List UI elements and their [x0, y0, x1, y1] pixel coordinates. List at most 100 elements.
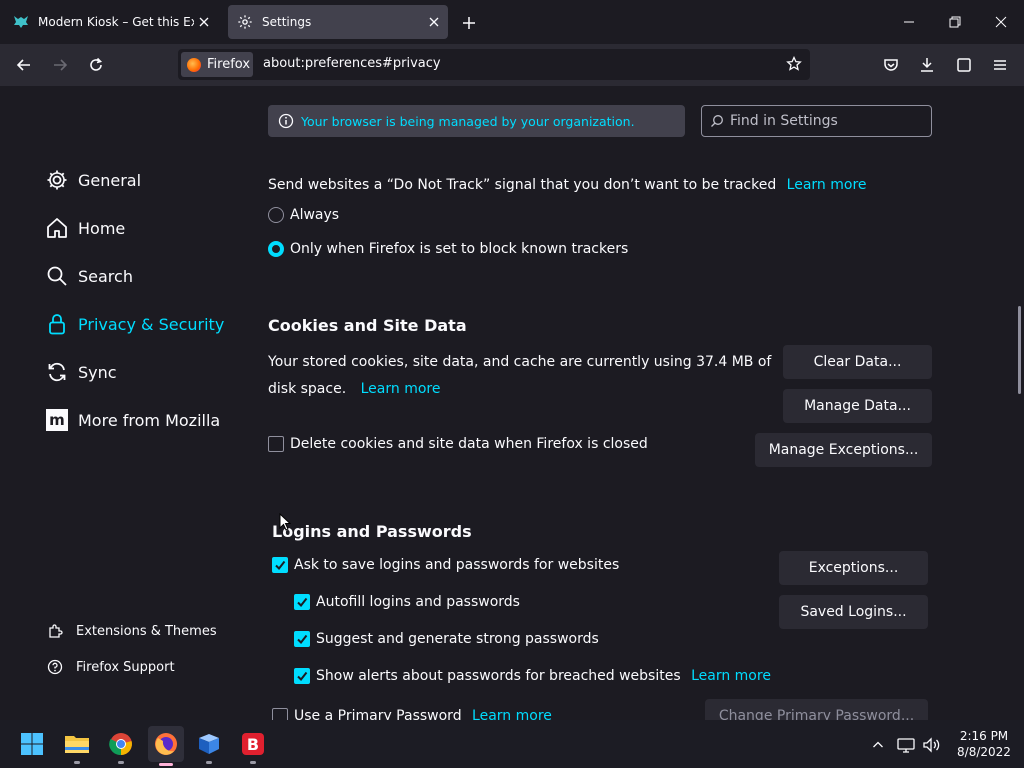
cookies-learn-more-link[interactable]: Learn more [361, 381, 441, 397]
chevron-up-icon[interactable] [867, 734, 889, 756]
search-input[interactable] [730, 113, 920, 129]
dnt-learn-more-link[interactable]: Learn more [787, 177, 867, 193]
url-bar[interactable]: Firefox about:preferences#privacy [178, 49, 810, 80]
extensions-icon[interactable] [949, 50, 979, 80]
suggest-passwords-label[interactable]: Suggest and generate strong passwords [316, 631, 599, 647]
pocket-icon[interactable] [876, 50, 906, 80]
ask-save-logins-checkbox[interactable] [272, 557, 288, 573]
system-clock[interactable]: 2:16 PM 8/8/2022 [950, 728, 1018, 760]
bitwarden-icon[interactable]: B [237, 728, 269, 764]
active-indicator [159, 763, 173, 766]
back-button[interactable] [9, 50, 39, 80]
svg-text:m: m [49, 411, 65, 429]
file-explorer-icon[interactable] [61, 728, 93, 764]
settings-page: General Home Search Privacy & Security S… [0, 86, 1024, 720]
primary-password-row: Use a Primary Password Learn more [294, 708, 552, 720]
primary-password-checkbox[interactable] [272, 708, 288, 720]
close-tab-icon[interactable] [424, 12, 444, 32]
footer-link-label: Firefox Support [76, 659, 175, 675]
close-tab-icon[interactable] [194, 12, 214, 32]
ask-save-logins-label[interactable]: Ask to save logins and passwords for web… [294, 557, 619, 573]
minimize-button[interactable] [886, 8, 932, 36]
sidebar-item-label: Search [78, 266, 133, 286]
sync-icon [44, 359, 70, 385]
dnt-text: Send websites a “Do Not Track” signal th… [268, 177, 777, 193]
dnt-trackers-radio[interactable] [268, 241, 284, 257]
extensions-themes-link[interactable]: Extensions & Themes [46, 622, 217, 640]
firefox-icon [187, 57, 201, 72]
breach-alerts-label[interactable]: Show alerts about passwords for breached… [316, 668, 681, 684]
lock-icon [44, 311, 70, 337]
firefox-taskbar-icon[interactable] [148, 726, 184, 766]
manage-exceptions-button[interactable]: Manage Exceptions... [755, 433, 932, 467]
mozilla-icon: m [44, 407, 70, 433]
search-icon [710, 114, 724, 128]
sidebar-item-home[interactable]: Home [44, 215, 125, 241]
sidebar-item-label: More from Mozilla [78, 410, 221, 430]
dnt-always-label[interactable]: Always [290, 207, 339, 223]
clock-time: 2:16 PM [959, 729, 1009, 743]
running-indicator [250, 761, 256, 764]
sidebar-item-search[interactable]: Search [44, 263, 133, 289]
delete-cookies-label[interactable]: Delete cookies and site data when Firefo… [290, 436, 648, 452]
url-text[interactable]: about:preferences#privacy [263, 56, 441, 71]
downloads-icon[interactable] [912, 50, 942, 80]
extension-fox-icon [12, 13, 30, 31]
firefox-support-link[interactable]: Firefox Support [46, 658, 175, 676]
info-icon [278, 113, 294, 129]
search-icon [44, 263, 70, 289]
autofill-label[interactable]: Autofill logins and passwords [316, 594, 520, 610]
reload-button[interactable] [81, 50, 111, 80]
close-window-button[interactable] [978, 8, 1024, 36]
restore-button[interactable] [932, 8, 978, 36]
dnt-always-radio[interactable] [268, 207, 284, 223]
clock-date: 8/8/2022 [957, 745, 1011, 759]
running-indicator [74, 761, 80, 764]
primary-learn-more-link[interactable]: Learn more [472, 708, 552, 720]
sidebar-item-general[interactable]: General [44, 167, 141, 193]
autofill-checkbox[interactable] [294, 594, 310, 610]
bookmark-star-icon[interactable] [784, 54, 804, 74]
mouse-cursor-icon [279, 513, 291, 531]
volume-icon[interactable] [920, 734, 942, 756]
sidebar-item-label: Home [78, 218, 126, 238]
sidebar-item-sync[interactable]: Sync [44, 359, 117, 385]
primary-password-label[interactable]: Use a Primary Password [294, 708, 462, 720]
running-indicator [118, 761, 124, 764]
network-icon[interactable] [895, 734, 917, 756]
tab-settings[interactable]: Settings [228, 5, 448, 39]
dnt-trackers-label[interactable]: Only when Firefox is set to block known … [290, 241, 628, 257]
running-indicator [206, 761, 212, 764]
change-primary-password-button[interactable]: Change Primary Password... [705, 699, 928, 720]
scrollbar-thumb[interactable] [1018, 306, 1021, 394]
start-icon[interactable] [16, 728, 48, 760]
suggest-passwords-checkbox[interactable] [294, 631, 310, 647]
identity-label: Firefox [207, 57, 251, 72]
sidebar-item-more-from-mozilla[interactable]: m More from Mozilla [44, 407, 220, 433]
managed-notice-text[interactable]: Your browser is being managed by your or… [301, 114, 635, 129]
logins-heading: Logins and Passwords [272, 522, 472, 541]
menu-icon[interactable] [985, 50, 1015, 80]
breach-learn-more-link[interactable]: Learn more [691, 668, 771, 684]
find-in-settings[interactable] [701, 105, 932, 137]
logins-exceptions-button[interactable]: Exceptions... [779, 551, 928, 585]
identity-box[interactable]: Firefox [181, 52, 253, 77]
forward-button[interactable] [45, 50, 75, 80]
gear-icon [44, 167, 70, 193]
new-tab-button[interactable] [458, 12, 480, 34]
sidebar-item-privacy[interactable]: Privacy & Security [44, 311, 224, 337]
chrome-icon[interactable] [105, 728, 137, 764]
breach-alerts-row: Show alerts about passwords for breached… [316, 668, 771, 684]
saved-logins-button[interactable]: Saved Logins... [779, 595, 928, 629]
tab-title: Modern Kiosk – Get this Extensio [38, 15, 194, 29]
manage-data-button[interactable]: Manage Data... [783, 389, 932, 423]
app-icon[interactable] [193, 728, 225, 764]
clear-data-button[interactable]: Clear Data... [783, 345, 932, 379]
dnt-description: Send websites a “Do Not Track” signal th… [268, 177, 867, 193]
delete-cookies-checkbox[interactable] [268, 436, 284, 452]
tab-modern-kiosk[interactable]: Modern Kiosk – Get this Extensio [4, 5, 218, 39]
taskbar: B 2:16 PM 8/8/2022 [0, 720, 1024, 768]
breach-alerts-checkbox[interactable] [294, 668, 310, 684]
gear-icon [236, 13, 254, 31]
managed-notice: Your browser is being managed by your or… [268, 105, 685, 137]
